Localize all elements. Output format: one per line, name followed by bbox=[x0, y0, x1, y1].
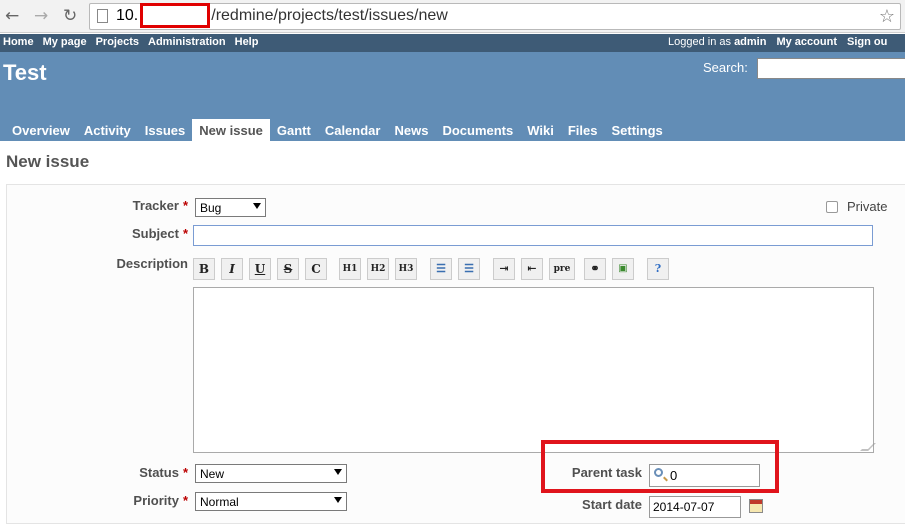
tracker-label: Tracker * bbox=[132, 198, 188, 213]
tab-new-issue[interactable]: New issue bbox=[192, 119, 270, 141]
link-icon[interactable]: ⚭ bbox=[584, 258, 606, 280]
ordered-list-icon[interactable]: ☰ bbox=[458, 258, 480, 280]
image-icon[interactable]: ▣ bbox=[612, 258, 634, 280]
tracker-select[interactable]: Bug bbox=[195, 198, 266, 217]
redaction-box bbox=[140, 3, 210, 28]
back-button[interactable]: ← bbox=[5, 6, 19, 26]
main-menu-tabs: Overview Activity Issues New issue Gantt… bbox=[5, 119, 670, 141]
tab-activity[interactable]: Activity bbox=[77, 119, 138, 141]
unordered-list-icon[interactable]: ☰ bbox=[430, 258, 452, 280]
star-icon[interactable]: ☆ bbox=[879, 6, 895, 27]
outdent-icon[interactable]: ⇤ bbox=[521, 258, 543, 280]
start-date-label: Start date bbox=[582, 497, 642, 512]
address-bar[interactable]: 10./redmine/projects/test/issues/new ☆ bbox=[89, 3, 901, 30]
underline-button[interactable]: U bbox=[249, 258, 271, 280]
top-menu-my-page[interactable]: My page bbox=[43, 36, 87, 48]
top-menu-projects[interactable]: Projects bbox=[96, 36, 139, 48]
start-date-input[interactable]: 2014-07-07 bbox=[649, 496, 741, 518]
chevron-down-icon bbox=[334, 497, 342, 503]
tab-documents[interactable]: Documents bbox=[435, 119, 520, 141]
logged-in-as: Logged in as admin bbox=[668, 36, 767, 48]
subject-label: Subject * bbox=[131, 226, 188, 241]
tab-wiki[interactable]: Wiki bbox=[520, 119, 561, 141]
indent-icon[interactable]: ⇥ bbox=[493, 258, 515, 280]
my-account-link[interactable]: My account bbox=[776, 36, 837, 48]
preformatted-button[interactable]: pre bbox=[549, 258, 575, 280]
chevron-down-icon bbox=[253, 203, 261, 209]
browser-toolbar: ← → ↻ 10./redmine/projects/test/issues/n… bbox=[0, 0, 905, 33]
resize-handle-icon[interactable] bbox=[860, 443, 876, 451]
search-label: Search: bbox=[703, 60, 748, 75]
sign-out-link[interactable]: Sign ou bbox=[847, 36, 887, 48]
top-menu-home[interactable]: Home bbox=[3, 36, 34, 48]
heading-1-button[interactable]: H1 bbox=[339, 258, 361, 280]
inline-code-button[interactable]: C bbox=[305, 258, 327, 280]
top-menu-administration[interactable]: Administration bbox=[148, 36, 226, 48]
description-textarea[interactable] bbox=[193, 287, 876, 453]
page-icon bbox=[97, 9, 108, 23]
tab-overview[interactable]: Overview bbox=[5, 119, 77, 141]
current-user[interactable]: admin bbox=[734, 36, 766, 48]
top-menu-left: Home My page Projects Administration Hel… bbox=[3, 36, 258, 48]
strikethrough-button[interactable]: S bbox=[277, 258, 299, 280]
bold-button[interactable]: B bbox=[193, 258, 215, 280]
top-menu-help[interactable]: Help bbox=[235, 36, 259, 48]
tab-settings[interactable]: Settings bbox=[604, 119, 669, 141]
heading-2-button[interactable]: H2 bbox=[367, 258, 389, 280]
italic-button[interactable]: I bbox=[221, 258, 243, 280]
project-header: Test Search: Overview Activity Issues Ne… bbox=[0, 52, 905, 141]
highlight-box bbox=[541, 440, 779, 493]
chevron-down-icon bbox=[334, 469, 342, 475]
tab-gantt[interactable]: Gantt bbox=[270, 119, 318, 141]
tab-files[interactable]: Files bbox=[561, 119, 605, 141]
help-icon[interactable]: ? bbox=[647, 258, 669, 280]
page-title: New issue bbox=[6, 152, 90, 171]
search-input[interactable] bbox=[757, 58, 905, 79]
tab-news[interactable]: News bbox=[387, 119, 435, 141]
forward-button[interactable]: → bbox=[34, 6, 48, 26]
heading-3-button[interactable]: H3 bbox=[395, 258, 417, 280]
top-menu-right: Logged in as admin My account Sign ou bbox=[668, 36, 887, 48]
status-label: Status * bbox=[139, 465, 188, 480]
subject-input[interactable] bbox=[193, 225, 873, 246]
reload-button[interactable]: ↻ bbox=[63, 6, 77, 26]
tab-issues[interactable]: Issues bbox=[138, 119, 192, 141]
private-label: Private bbox=[847, 199, 888, 214]
status-select[interactable]: New bbox=[195, 464, 347, 483]
top-menu: Home My page Projects Administration Hel… bbox=[0, 34, 905, 52]
tab-calendar[interactable]: Calendar bbox=[318, 119, 388, 141]
project-title: Test bbox=[3, 60, 47, 85]
private-checkbox[interactable] bbox=[826, 201, 838, 213]
priority-select[interactable]: Normal bbox=[195, 492, 347, 511]
description-label: Description bbox=[116, 256, 188, 271]
priority-label: Priority * bbox=[133, 493, 188, 508]
